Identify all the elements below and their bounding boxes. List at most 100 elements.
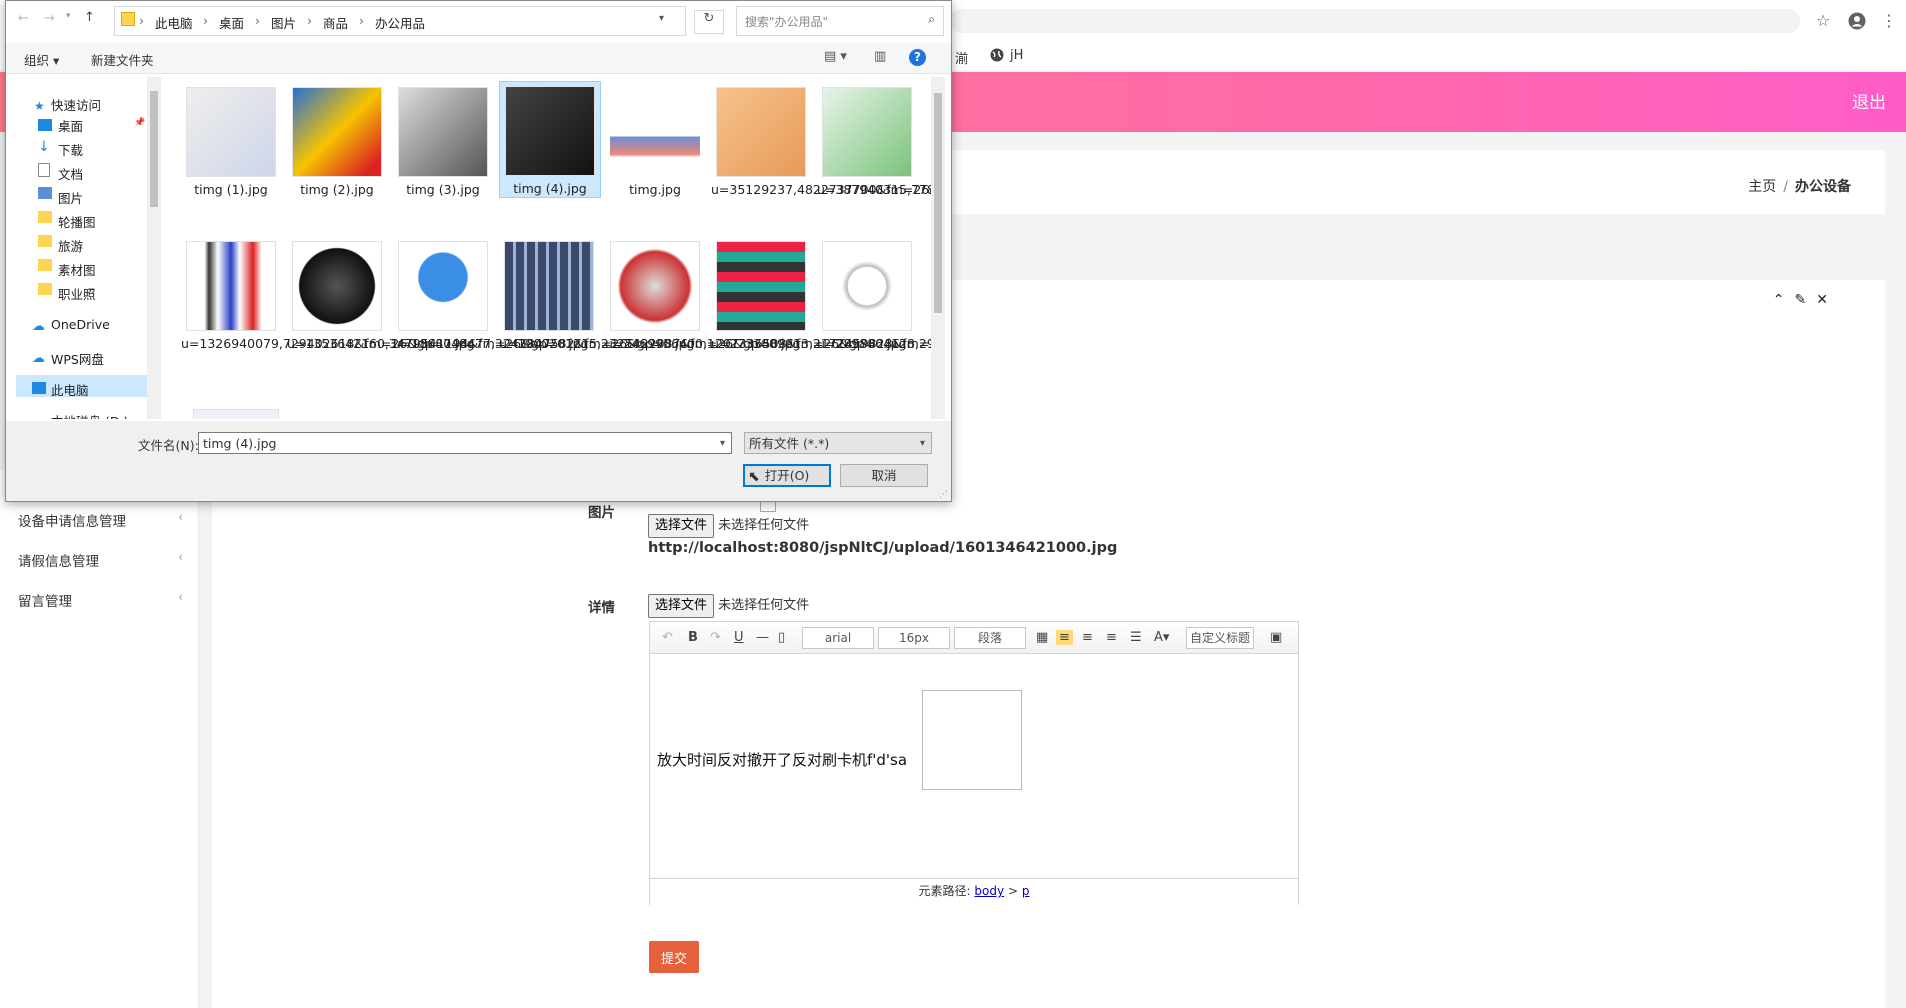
new-folder-button[interactable]: 新建文件夹 [91,50,154,69]
file-item[interactable]: timg (2).jpg [287,83,387,198]
font-family-select[interactable]: arial [802,627,874,649]
file-item[interactable]: u=1868748477,3243847582&fm=26&gp=0.jpg [393,237,695,352]
file-item[interactable]: timg (3).jpg [393,83,493,198]
paragraph-select[interactable]: 段落 [954,627,1026,649]
path-segment[interactable]: 商品 [323,13,348,32]
tree-item-folder[interactable]: 旅游 [58,236,83,255]
file-item[interactable]: u=1353642160,3479541194&fm=26&gp=0.jpg [287,237,589,352]
tree-item-quick-access[interactable]: 快速访问 [51,95,101,114]
address-bar[interactable] [950,9,1800,33]
resize-grip-icon[interactable]: ⋰ [939,490,948,500]
tree-scrollbar-thumb[interactable] [150,91,158,207]
sidebar-item-device-application[interactable]: 设备申请信息管理 ‹ [18,510,183,530]
file-item[interactable]: u=2898864128,2998378916&fm=26&gp=0.jpg [817,237,936,352]
file-grid-scrollbar[interactable] [931,77,945,419]
bookmark-item[interactable]: jH [1010,48,1023,63]
editor-body[interactable]: 放大时间反对撤开了反对刷卡机f'd'sa [650,654,1298,876]
up-icon[interactable]: ↑ [84,10,95,25]
menu-dots-icon[interactable]: ⋮ [1880,12,1898,30]
organize-button[interactable]: 组织 ▾ [24,50,59,69]
tree-item-documents[interactable]: 文档 [58,164,83,183]
chevron-down-icon[interactable]: ▾ [720,433,725,455]
file-item-selected[interactable]: timg (4).jpg [499,81,601,198]
preview-pane-icon[interactable]: ▥ [874,49,886,64]
undo-icon[interactable]: ↶ [662,630,673,645]
tree-item-downloads[interactable]: 下载 [58,140,83,159]
tree-scrollbar[interactable] [147,77,161,419]
path-segment[interactable]: 图片 [271,13,296,32]
tree-item-folder[interactable]: 素材图 [58,260,96,279]
tree-item-wps[interactable]: WPS网盘 [51,349,104,368]
submit-button[interactable]: 提交 [649,941,699,973]
preview-icon[interactable]: ▣ [1270,630,1282,645]
file-item[interactable]: u=1326940079,729402618&fm=26&gp=0.jpg [181,237,475,352]
bookmark-item[interactable]: 湔 [955,48,968,67]
tree-item-folder[interactable]: 职业照 [58,284,96,303]
forward-icon[interactable]: → [44,11,55,26]
redo-icon[interactable]: ↷ [710,630,721,645]
collapse-icon[interactable]: ⌃ [1773,292,1795,308]
align-center-icon[interactable]: ≡ [1106,630,1117,645]
table-icon[interactable]: ▦ [1036,630,1048,645]
file-item[interactable]: u=35129237,4822737700&fm=26&gp=0.jpg [711,83,936,198]
bookmark-star-icon[interactable]: ☆ [1814,12,1832,30]
path-dropdown-icon[interactable]: ▾ [659,13,664,24]
view-options-icon[interactable]: ▤ ▾ [824,49,847,64]
page-icon[interactable]: ▯ [778,630,785,645]
tree-item-onedrive[interactable]: OneDrive [51,317,110,332]
sidebar-item-leave[interactable]: 请假信息管理 ‹ [18,550,183,570]
logout-link[interactable]: 退出 [1852,88,1886,113]
horizontal-rule-icon[interactable]: — [756,630,769,645]
path-segment[interactable]: 桌面 [219,13,244,32]
choose-file-button[interactable]: 选择文件 [648,514,715,538]
choose-file-button[interactable]: 选择文件 [648,594,715,618]
file-thumbnail-partial[interactable] [193,409,279,419]
file-item[interactable]: timg (1).jpg [181,83,281,198]
search-icon[interactable]: ⌕ [928,12,935,27]
tree-item-desktop[interactable]: 桌面 [58,116,83,135]
filetype-select[interactable]: 所有文件 (*.*) ▾ [744,432,932,454]
folder-icon [38,283,52,295]
file-item[interactable]: u=2733889913,2172459828&fm=26&gp=0.jpg [711,237,936,352]
justify-icon[interactable]: ☰ [1130,630,1142,645]
wrench-icon[interactable]: ✎ [1795,292,1817,308]
file-item[interactable]: u=387940315,7781396138&fm=26&gp=0.jpg [817,83,936,198]
element-path-p[interactable]: p [1022,884,1030,898]
font-color-icon[interactable]: A▾ [1154,630,1169,645]
file-item[interactable]: timg.jpg [605,83,705,198]
filename-input[interactable]: timg (4).jpg ▾ [198,432,732,454]
align-right-icon[interactable]: ≡ [1082,630,1093,645]
search-field[interactable]: 搜索"办公用品" ⌕ [736,6,944,36]
tree-item-this-pc[interactable]: 此电脑 [51,380,89,399]
tree-item-folder[interactable]: 轮播图 [58,212,96,231]
path-segment[interactable]: 办公用品 [375,13,425,32]
detail-file-input[interactable]: 选择文件 未选择任何文件 [648,594,809,618]
close-icon[interactable]: ✕ [1816,292,1838,308]
tree-item-pictures[interactable]: 图片 [58,188,83,207]
file-item[interactable]: u=2469956400,1207336508&fm=26&gp=0.jpg [605,237,907,352]
underline-icon[interactable]: U [734,630,744,645]
font-size-select[interactable]: 16px [878,627,950,649]
profile-icon[interactable] [1848,12,1866,30]
align-left-icon[interactable]: ≡ [1056,630,1073,645]
file-grid-scrollbar-thumb[interactable] [934,93,942,313]
file-item[interactable]: u=1900261215,2325422087&fm=26&gp=0.jpg [499,237,801,352]
path-segment[interactable]: 此电脑 [155,13,193,32]
sidebar-item-messages[interactable]: 留言管理 ‹ [18,590,183,610]
element-path-body[interactable]: body [974,884,1004,898]
breadcrumb-home[interactable]: 主页 [1748,179,1776,195]
tree-item-local-disk[interactable]: 本地磁盘 (D:) [51,411,129,419]
cancel-button[interactable]: 取消 [840,464,928,487]
custom-title-select[interactable]: 自定义标题 [1186,627,1254,649]
broken-image-icon[interactable] [922,690,1022,790]
bold-icon[interactable]: B [688,630,698,645]
path-bar[interactable]: › 此电脑 › 桌面 › 图片 › 商品 › 办公用品 ▾ [114,6,686,36]
recent-locations-icon[interactable]: ▾ [66,11,71,21]
image-file-input[interactable]: 选择文件 未选择任何文件 [648,514,809,538]
file-grid: timg (1).jpg timg (2).jpg timg (3).jpg t… [181,77,936,419]
back-icon[interactable]: ← [18,11,29,26]
onedrive-icon: ☁ [32,319,45,334]
help-icon[interactable]: ? [909,49,926,66]
chevron-down-icon[interactable]: ▾ [920,433,925,455]
refresh-icon[interactable]: ↻ [694,10,724,34]
